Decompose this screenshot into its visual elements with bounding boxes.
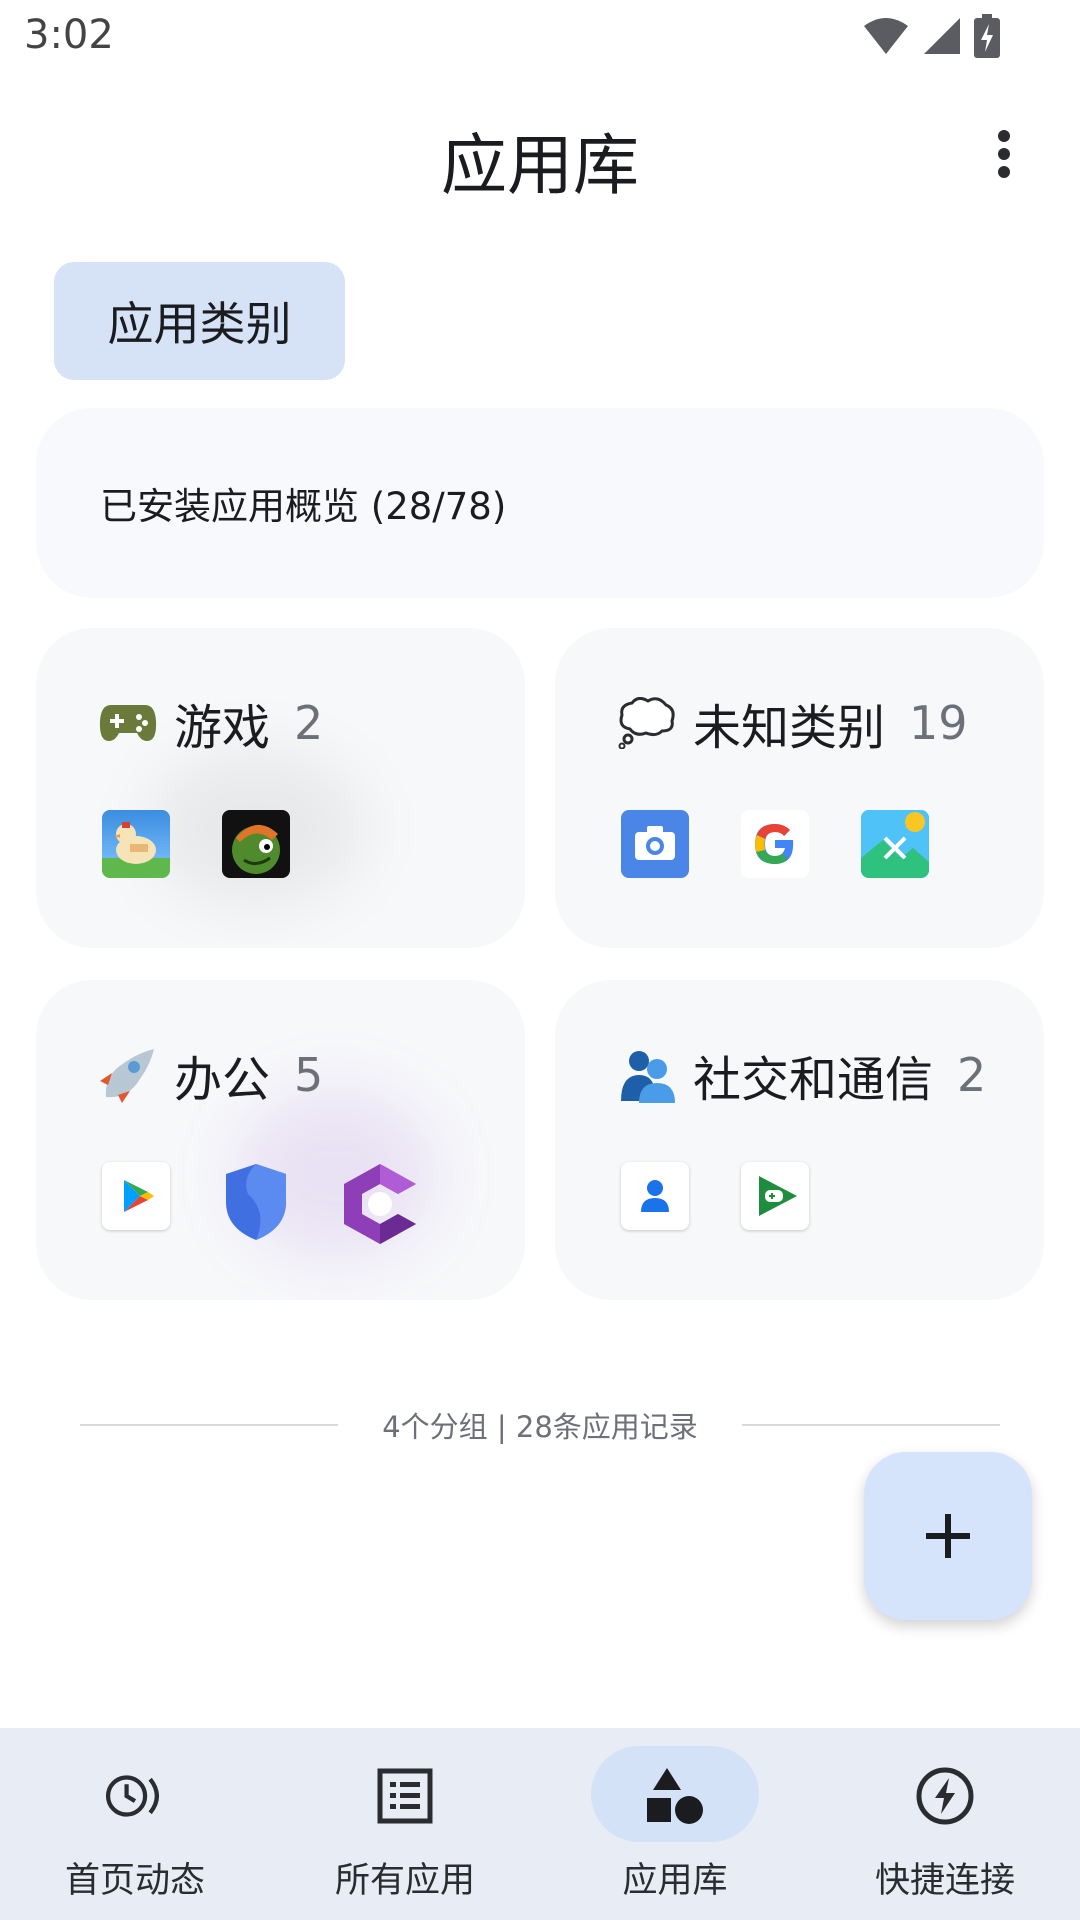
app-category-chip[interactable]: 应用类别 [54,262,345,380]
gallery-app-icon[interactable] [861,810,929,878]
nav-label: 所有应用 [334,1861,475,1901]
play-store-app-icon[interactable] [102,1162,170,1230]
status-bar: 3:02 [0,0,1080,74]
bolt-icon [913,1764,977,1828]
category-title: 社交和通信 [693,1052,934,1108]
category-card-social[interactable]: 社交和通信 2 [555,980,1044,1300]
battery-charging-icon [974,14,1000,58]
shapes-icon [643,1764,707,1828]
installed-overview-label: 已安装应用概览 (28/78) [100,485,507,528]
add-button[interactable] [864,1452,1032,1620]
list-icon [373,1764,437,1828]
category-title: 办公 [174,1052,271,1108]
nav-item-app-library[interactable]: 应用库 [540,1728,810,1920]
people-icon [617,1045,677,1105]
category-count: 2 [294,696,324,750]
camera-app-icon[interactable] [621,810,689,878]
wifi-icon [864,18,908,54]
nav-item-all-apps[interactable]: 所有应用 [270,1728,540,1920]
summary-divider: 4个分组 | 28条应用记录 [80,1404,1000,1446]
summary-text: 4个分组 | 28条应用记录 [382,1410,698,1444]
category-title: 未知类别 [693,700,886,756]
shield-app-icon[interactable] [222,1162,290,1242]
gamepad-icon [98,693,158,753]
bottom-navigation: 首页动态 所有应用 应用库 快捷连接 [0,1728,1080,1920]
category-card-office[interactable]: 办公 5 [36,980,525,1300]
c-logo-app-icon[interactable] [342,1162,418,1246]
play-games-app-icon[interactable] [741,1162,809,1230]
plus-icon [926,1514,970,1558]
category-count: 19 [909,696,968,750]
status-icons [862,14,1000,58]
page-title: 应用库 [441,127,639,204]
nav-label: 快捷连接 [874,1861,1015,1901]
nav-item-home-feed[interactable]: 首页动态 [0,1728,270,1920]
divider-line-right [741,1424,1000,1426]
more-vert-icon[interactable] [984,128,1024,180]
contacts-app-icon[interactable] [621,1162,689,1230]
chicken-game-app-icon[interactable] [102,810,170,878]
category-title: 游戏 [174,700,271,756]
category-card-unknown[interactable]: 未知类别 19 [555,628,1044,948]
category-count: 2 [957,1048,987,1102]
nav-item-quick-connect[interactable]: 快捷连接 [810,1728,1080,1920]
signal-icon [924,18,960,54]
category-count: 5 [294,1048,324,1102]
google-app-icon[interactable] [741,810,809,878]
nav-label: 首页动态 [64,1861,205,1901]
nav-label: 应用库 [622,1861,728,1901]
category-card-games[interactable]: 游戏 2 [36,628,525,948]
thought-bubble-icon [617,693,677,753]
history-icon [103,1764,167,1828]
divider-line-left [80,1424,339,1426]
installed-overview-card[interactable]: 已安装应用概览 (28/78) [36,408,1044,598]
status-time: 3:02 [24,12,114,58]
rocket-icon [98,1045,158,1105]
frog-game-app-icon[interactable] [222,810,290,878]
